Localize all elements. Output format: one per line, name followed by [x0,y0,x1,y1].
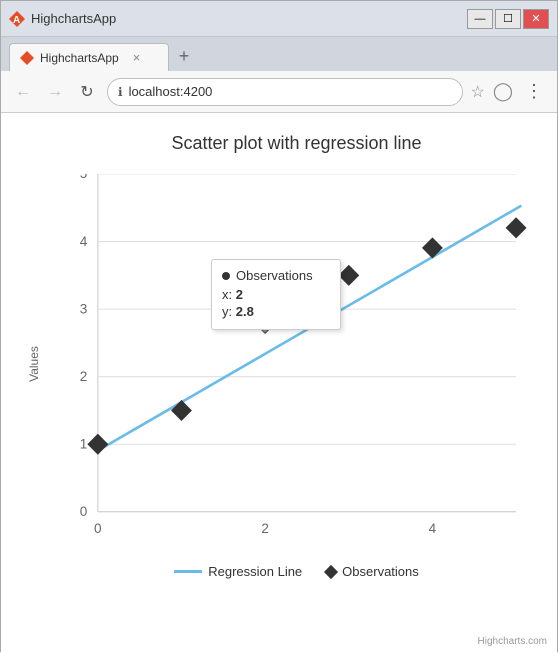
legend-observations-label: Observations [342,564,419,579]
svg-text:0: 0 [94,521,102,536]
bookmark-icon[interactable]: ☆ [471,82,485,102]
security-icon: ℹ [118,85,123,99]
chart-area: Values [56,174,537,554]
tab-bar: HighchartsApp × + [1,37,557,71]
tab-favicon-icon [20,51,34,65]
svg-text:0: 0 [80,504,88,519]
scatter-point-2 [255,312,276,333]
tab-close-button[interactable]: × [133,50,141,65]
chart-container: Scatter plot with regression line Values [1,113,557,653]
address-bar: ← → ↻ ℹ localhost:4200 ☆ ◯ ⋮ [1,71,557,113]
new-tab-button[interactable]: + [171,43,197,69]
credit-text: Highcharts.com [478,636,547,647]
legend-regression[interactable]: Regression Line [174,564,302,579]
chart-title: Scatter plot with regression line [56,133,537,154]
window-controls: — ☐ ✕ [467,9,549,29]
page-content: Scatter plot with regression line Values [1,113,557,653]
title-bar: A HighchartsApp — ☐ ✕ [1,1,557,37]
svg-text:4: 4 [429,521,437,536]
chart-legend: Regression Line Observations [56,564,537,579]
scatter-point-3 [338,265,359,286]
svg-text:A: A [13,15,20,26]
tab-label: HighchartsApp [40,51,119,65]
legend-line-symbol [174,570,202,573]
scatter-point-1 [171,400,192,421]
y-axis-label: Values [27,346,41,382]
svg-text:2: 2 [261,521,269,536]
url-bar[interactable]: ℹ localhost:4200 [107,78,463,106]
browser-window: A HighchartsApp — ☐ ✕ HighchartsApp × + … [0,0,558,652]
scatter-point-5 [506,217,527,238]
maximize-button[interactable]: ☐ [495,9,521,29]
reload-button[interactable]: ↻ [75,80,99,104]
legend-diamond-symbol [324,564,338,578]
svg-text:2: 2 [80,369,88,384]
back-button[interactable]: ← [11,80,35,104]
active-tab[interactable]: HighchartsApp × [9,43,169,71]
minimize-button[interactable]: — [467,9,493,29]
scatter-point-4 [422,237,443,258]
svg-text:4: 4 [80,234,88,249]
legend-regression-label: Regression Line [208,564,302,579]
legend-observations[interactable]: Observations [326,564,419,579]
tab-title: HighchartsApp [31,11,461,26]
menu-icon[interactable]: ⋮ [521,77,547,106]
svg-text:3: 3 [80,301,88,316]
svg-text:5: 5 [80,174,88,181]
app-favicon: A [9,11,25,27]
chart-svg: 0 1 2 3 4 5 0 2 4 [56,174,537,554]
profile-icon[interactable]: ◯ [493,81,513,102]
url-text: localhost:4200 [129,84,452,99]
highcharts-credit: Highcharts.com [478,636,547,647]
forward-button[interactable]: → [43,80,67,104]
scatter-point-0 [87,434,108,455]
svg-text:1: 1 [80,436,88,451]
close-button[interactable]: ✕ [523,9,549,29]
